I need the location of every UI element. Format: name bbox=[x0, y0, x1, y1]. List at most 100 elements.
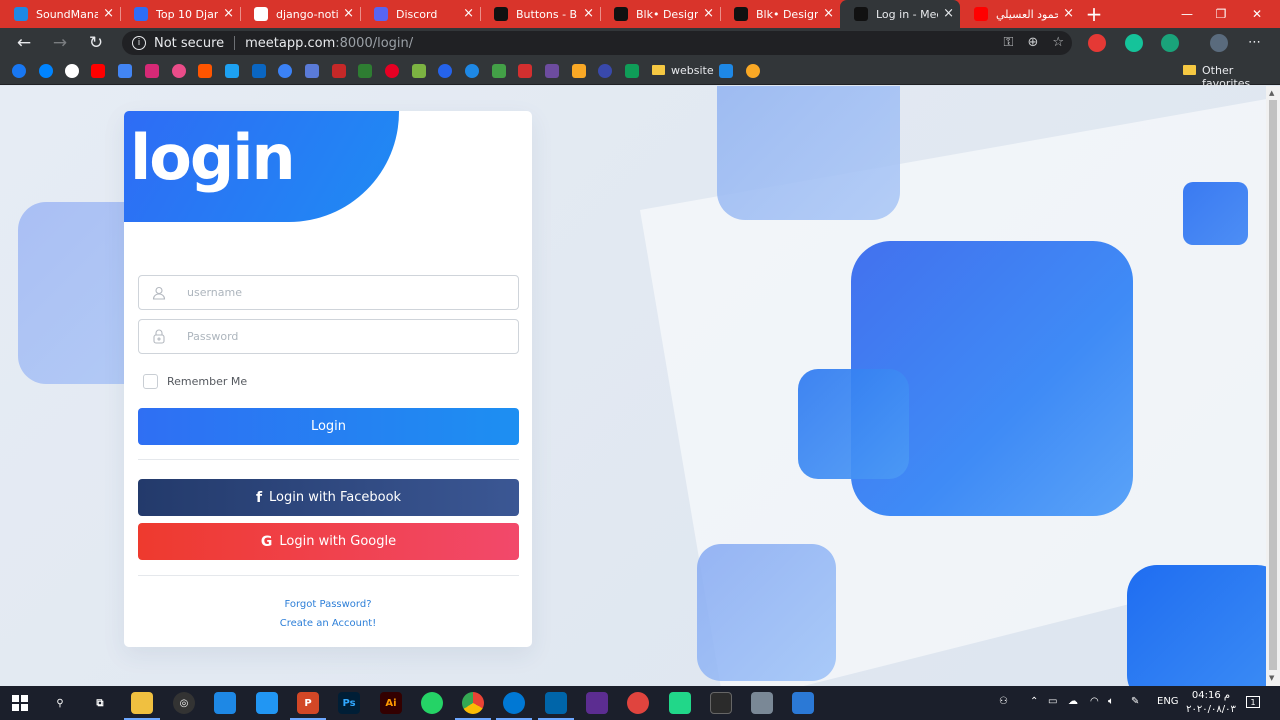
tab-close-icon[interactable]: × bbox=[343, 7, 354, 21]
browser-tab[interactable]: django-notific × bbox=[240, 0, 360, 28]
password-input[interactable] bbox=[187, 321, 518, 352]
search-icon[interactable]: ⚲ bbox=[49, 692, 71, 714]
scrollbar-thumb[interactable] bbox=[1269, 100, 1277, 670]
tab-close-icon[interactable]: × bbox=[1063, 7, 1074, 21]
tab-close-icon[interactable]: × bbox=[103, 7, 114, 21]
forgot-password-link[interactable]: Forgot Password? bbox=[124, 599, 532, 610]
task-view-icon[interactable]: ⧉ bbox=[89, 692, 111, 714]
remember-checkbox[interactable] bbox=[143, 374, 158, 389]
tab-close-icon[interactable]: × bbox=[583, 7, 594, 21]
drive-bookmark-icon[interactable] bbox=[625, 64, 639, 78]
pen-icon[interactable]: ✎ bbox=[1131, 696, 1139, 707]
tab-close-icon[interactable]: × bbox=[703, 7, 714, 21]
grammarly-g-icon[interactable] bbox=[1161, 34, 1179, 52]
notification-center-icon[interactable]: 1 bbox=[1246, 696, 1260, 708]
key-icon[interactable]: ⚿ bbox=[1004, 35, 1014, 50]
browser-tab[interactable]: Top 10 Django × bbox=[120, 0, 240, 28]
windows-start-icon[interactable] bbox=[9, 692, 31, 714]
facebook-bookmark-icon[interactable] bbox=[12, 64, 26, 78]
browser-tab[interactable]: Buttons - Blk• × bbox=[480, 0, 600, 28]
address-bar[interactable]: i Not secure meetapp.com:8000/login/ ⚿ ⊕… bbox=[122, 31, 1072, 55]
twitter-bookmark-icon[interactable] bbox=[225, 64, 239, 78]
terminal-icon[interactable] bbox=[710, 692, 732, 714]
bookmark-icon[interactable] bbox=[598, 64, 612, 78]
instagram-bookmark-icon[interactable] bbox=[145, 64, 159, 78]
photoshop-icon[interactable]: Ps bbox=[338, 692, 360, 714]
bookmark-icon[interactable] bbox=[572, 64, 586, 78]
bookmark-icon[interactable] bbox=[332, 64, 346, 78]
volume-icon[interactable]: 🔈︎ bbox=[1108, 696, 1114, 707]
extension-icon[interactable] bbox=[1088, 34, 1106, 52]
dribbble-bookmark-icon[interactable] bbox=[172, 64, 186, 78]
browser-tab[interactable]: Blk• Design Sys × bbox=[720, 0, 840, 28]
language-indicator[interactable]: ENG bbox=[1157, 696, 1179, 707]
website-bookmark[interactable]: website bbox=[671, 64, 714, 77]
whatsapp-icon[interactable] bbox=[421, 692, 443, 714]
bookmark-icon[interactable] bbox=[252, 64, 266, 78]
wifi-icon[interactable]: ◠ bbox=[1090, 696, 1099, 707]
bookmark-icon[interactable] bbox=[545, 64, 559, 78]
username-input[interactable] bbox=[187, 277, 518, 308]
back-button[interactable]: ← bbox=[6, 28, 42, 58]
powerpoint-icon[interactable]: P bbox=[290, 692, 326, 720]
app-icon[interactable] bbox=[751, 692, 773, 714]
youtube-bookmark-icon[interactable] bbox=[91, 64, 105, 78]
clock[interactable]: 04:16 م ٢٠٢٠/٠٨/٠٣ bbox=[1184, 689, 1238, 717]
messenger-bookmark-icon[interactable] bbox=[39, 64, 53, 78]
bookmark-icon[interactable] bbox=[719, 64, 733, 78]
visual-studio-icon[interactable] bbox=[586, 692, 608, 714]
google-bookmark-icon[interactable] bbox=[65, 64, 79, 78]
bookmark-icon[interactable] bbox=[518, 64, 532, 78]
bookmark-icon[interactable] bbox=[438, 64, 452, 78]
pycharm-icon[interactable] bbox=[669, 692, 691, 714]
bookmark-icon[interactable] bbox=[278, 64, 292, 78]
scroll-down-icon[interactable]: ▼ bbox=[1269, 674, 1274, 682]
bookmark-icon[interactable] bbox=[746, 64, 760, 78]
bookmark-icon[interactable] bbox=[358, 64, 372, 78]
login-button[interactable]: Login bbox=[138, 408, 519, 445]
battery-icon[interactable]: ▭ bbox=[1048, 696, 1057, 707]
browser-tab[interactable]: SoundManager × bbox=[0, 0, 120, 28]
tab-close-icon[interactable]: × bbox=[823, 7, 834, 21]
tab-close-icon[interactable]: × bbox=[223, 7, 234, 21]
grammarly-icon[interactable] bbox=[1125, 34, 1143, 52]
chrome-icon[interactable] bbox=[455, 692, 491, 720]
cloud-icon[interactable]: ☁ bbox=[1068, 696, 1078, 707]
info-icon[interactable]: i bbox=[132, 36, 146, 50]
facebook-login-button[interactable]: f Login with Facebook bbox=[138, 479, 519, 516]
star-icon[interactable]: ☆ bbox=[1052, 35, 1064, 50]
chevron-up-icon[interactable]: ⌃ bbox=[1030, 696, 1038, 707]
username-field[interactable] bbox=[138, 275, 519, 310]
edge-icon[interactable] bbox=[496, 692, 532, 720]
bookmark-icon[interactable] bbox=[305, 64, 319, 78]
profile-avatar[interactable] bbox=[1210, 34, 1228, 52]
bookmark-icon[interactable] bbox=[465, 64, 479, 78]
scrollbar[interactable]: ▲ ▼ bbox=[1266, 86, 1280, 686]
bookmark-icon[interactable] bbox=[412, 64, 426, 78]
browser-tab[interactable]: محمود العسيلي × bbox=[960, 0, 1080, 28]
vscode-icon[interactable] bbox=[538, 692, 574, 720]
browser-tab[interactable]: Discord × bbox=[360, 0, 480, 28]
tab-close-icon[interactable]: × bbox=[943, 7, 954, 21]
forward-button[interactable]: → bbox=[42, 28, 78, 58]
create-account-link[interactable]: Create an Account! bbox=[124, 618, 532, 629]
photos-icon[interactable] bbox=[792, 692, 814, 714]
people-icon[interactable]: ⚇ bbox=[999, 696, 1008, 707]
google-login-button[interactable]: G Login with Google bbox=[138, 523, 519, 560]
illustrator-icon[interactable]: Ai bbox=[380, 692, 402, 714]
store-icon[interactable] bbox=[214, 692, 236, 714]
password-field[interactable] bbox=[138, 319, 519, 354]
soundcloud-bookmark-icon[interactable] bbox=[198, 64, 212, 78]
reload-button[interactable]: ↻ bbox=[78, 28, 114, 58]
new-tab-button[interactable]: + bbox=[1080, 0, 1108, 28]
close-window-button[interactable]: ✕ bbox=[1234, 0, 1280, 28]
bookmark-icon[interactable] bbox=[492, 64, 506, 78]
translate-bookmark-icon[interactable] bbox=[118, 64, 132, 78]
file-explorer-icon[interactable] bbox=[124, 692, 160, 720]
browser-icon[interactable] bbox=[627, 692, 649, 714]
scroll-up-icon[interactable]: ▲ bbox=[1269, 89, 1274, 97]
menu-icon[interactable]: ⋯ bbox=[1248, 35, 1261, 50]
pinterest-bookmark-icon[interactable] bbox=[385, 64, 399, 78]
browser-tab[interactable]: Log in - Meeta × bbox=[840, 0, 960, 28]
zoom-icon[interactable]: ⊕ bbox=[1027, 35, 1038, 50]
